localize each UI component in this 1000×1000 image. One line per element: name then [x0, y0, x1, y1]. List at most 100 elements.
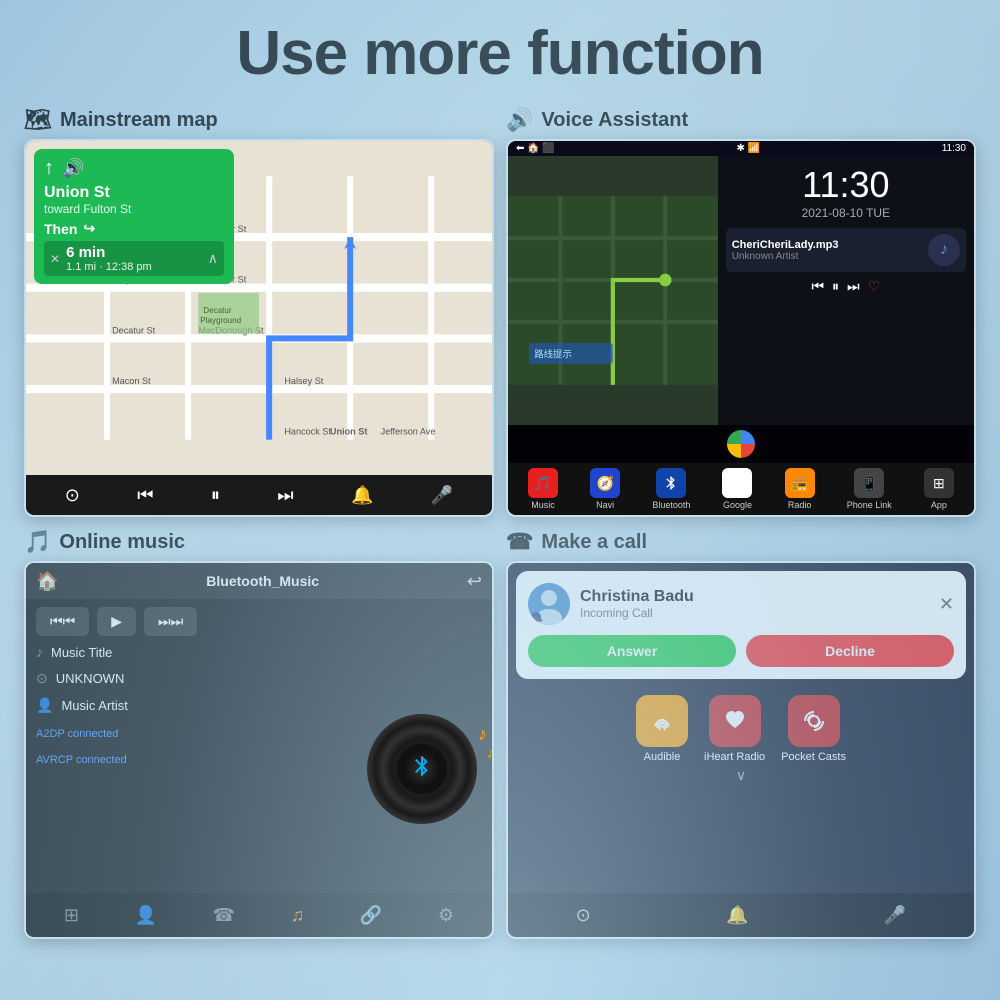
scroll-down-icon: ∨	[736, 767, 746, 784]
voice-ctrl-next[interactable]: ⏭	[847, 278, 860, 295]
voice-panel-wrapper: 🔊 Voice Assistant ⬅ 🏠 ⬛ ✱ 📶 11:30	[506, 107, 976, 517]
voice-app-navi[interactable]: 🧭 Navi	[590, 468, 620, 510]
voice-app-bluetooth[interactable]: Bluetooth	[652, 468, 690, 510]
map-btn-pause[interactable]: ⏸	[211, 485, 220, 506]
map-bottom-bar: ⊙ ⏮ ⏸ ⏭ 🔔 🎤	[26, 475, 492, 515]
voice-main-area: 路线提示 11:30 2021-08-10 TUE CheriCheriLady…	[508, 156, 974, 425]
voice-app-phonelink[interactable]: 📱 Phone Link	[847, 468, 892, 510]
map-btn-bell[interactable]: 🔔	[351, 485, 373, 506]
nav-toward: toward Fulton St	[44, 202, 224, 216]
nav-street: Union St	[44, 184, 224, 202]
voice-app-radio[interactable]: 📻 Radio	[785, 468, 815, 510]
eta-dist: 1.1 mi · 12:38 pm	[66, 261, 152, 273]
call-app-pocketcasts[interactable]: Pocket Casts	[781, 695, 846, 763]
call-answer-button[interactable]: Answer	[528, 635, 736, 667]
turn-arrow: ↪	[83, 220, 95, 237]
call-app-iheart[interactable]: iHeart Radio	[704, 695, 765, 763]
call-app-audible[interactable]: Audible	[636, 695, 688, 763]
vinyl-center	[397, 744, 447, 794]
voice-app-music[interactable]: 🎵 Music	[528, 468, 558, 510]
map-btn-mic[interactable]: 🎤	[431, 485, 453, 506]
then-row: Then ↪	[44, 220, 224, 237]
call-caller-name: Christina Badu	[580, 588, 694, 606]
music-row-title: ♪ Music Title	[36, 644, 362, 660]
eta-row: ✕ 6 min 1.1 mi · 12:38 pm ∧	[44, 241, 224, 276]
music-text-info: ♪ Music Title ⊙ UNKNOWN 👤 Music Artist	[36, 644, 362, 893]
vinyl-record: ♪ ♫	[367, 714, 477, 824]
call-app-iheart-label: iHeart Radio	[704, 751, 765, 763]
voice-status-icons: ✱ 📶	[736, 143, 760, 154]
call-card: 📞 Christina Badu Incoming Call ✕	[516, 571, 966, 679]
call-panel: 📞 Christina Badu Incoming Call ✕	[508, 563, 974, 937]
call-user-info: 📞 Christina Badu Incoming Call	[528, 583, 694, 625]
voice-app-google-icon: G	[722, 468, 752, 498]
then-label: Then	[44, 221, 77, 237]
map-btn-home[interactable]: ⊙	[65, 485, 80, 506]
music-back-icon[interactable]: ↩	[467, 571, 482, 592]
music-bottom-bar: ⊞ 👤 ☎ ♫ 🔗 ⚙	[26, 893, 492, 937]
music-track-name: Music Title	[51, 645, 112, 660]
voice-ctrl-prev[interactable]: ⏮	[811, 278, 824, 295]
music-title: Bluetooth_Music	[206, 573, 319, 589]
voice-ctrl-pause[interactable]: ⏸	[832, 278, 839, 295]
call-bottom-home[interactable]: ⊙	[576, 905, 591, 926]
music-bottom-user[interactable]: 👤	[135, 905, 157, 926]
eta-time: 6 min	[66, 244, 152, 261]
svg-text:Hancock St: Hancock St	[284, 427, 331, 437]
music-icon: 🎵	[24, 529, 51, 555]
voice-app-bluetooth-label: Bluetooth	[652, 500, 690, 510]
voice-screen: ⬅ 🏠 ⬛ ✱ 📶 11:30	[506, 139, 976, 517]
voice-music-title: CheriCheriLady.mp3	[732, 239, 922, 251]
voice-music-icon: ♪	[928, 234, 960, 266]
map-btn-prev[interactable]: ⏮	[137, 485, 153, 506]
music-bottom-phone[interactable]: ☎	[213, 905, 235, 926]
music-row-unknown: ⊙ UNKNOWN	[36, 670, 362, 687]
google-assistant-icon	[727, 430, 755, 458]
call-app-pocketcasts-label: Pocket Casts	[781, 751, 846, 763]
map-icon: 🗺	[24, 107, 52, 133]
voice-map-section: 路线提示	[508, 156, 718, 425]
voice-music-controls: ⏮ ⏸ ⏭ ♡	[726, 278, 966, 295]
music-ctrl-play[interactable]: ▶	[97, 607, 136, 636]
main-container: Use more function 🗺 Mainstream map 10:00…	[0, 0, 1000, 1000]
call-apps-grid: Audible iHeart Radio	[508, 687, 974, 763]
map-screen: 10:00 ▲ ⬛ ◼ ◾	[24, 139, 494, 517]
music-unknown-label: UNKNOWN	[56, 671, 125, 686]
voice-app-apps[interactable]: ⊞ App	[924, 468, 954, 510]
music-bottom-link[interactable]: 🔗	[360, 905, 382, 926]
call-bottom-bell[interactable]: 🔔	[726, 905, 748, 926]
call-app-audible-icon	[636, 695, 688, 747]
svg-text:Playground: Playground	[200, 316, 241, 325]
voice-panel: ⬅ 🏠 ⬛ ✱ 📶 11:30	[508, 141, 974, 515]
music-bottom-note[interactable]: ♫	[291, 905, 305, 926]
voice-app-navi-label: Navi	[596, 500, 614, 510]
call-action-buttons: Answer Decline	[528, 635, 954, 667]
music-ctrl-rewind[interactable]: ⏮⏮	[36, 607, 89, 636]
call-close-button[interactable]: ✕	[939, 594, 954, 615]
map-nav-card: ↑ 🔊 Union St toward Fulton St Then ↪ ✕	[34, 149, 234, 284]
call-app-pocketcasts-icon	[788, 695, 840, 747]
call-bottom-mic[interactable]: 🎤	[884, 905, 906, 926]
music-bottom-grid[interactable]: ⊞	[64, 905, 79, 926]
call-name-group: Christina Badu Incoming Call	[580, 588, 694, 620]
voice-icon: 🔊	[506, 107, 533, 133]
page-title: Use more function	[236, 18, 763, 89]
voice-app-music-label: Music	[531, 500, 555, 510]
call-decline-button[interactable]: Decline	[746, 635, 954, 667]
voice-status-bar: ⬅ 🏠 ⬛ ✱ 📶 11:30	[508, 141, 974, 156]
map-panel-wrapper: 🗺 Mainstream map 10:00 ▲ ⬛ ◼ ◾	[24, 107, 494, 517]
music-bottom-gear[interactable]: ⚙	[438, 905, 454, 926]
map-btn-next[interactable]: ⏭	[277, 485, 293, 506]
voice-apps-bar: 🎵 Music 🧭 Navi Bluetooth	[508, 463, 974, 515]
svg-text:Macon St: Macon St	[112, 376, 151, 386]
music-home-icon[interactable]: 🏠	[36, 571, 58, 592]
music-controls: ⏮⏮ ▶ ⏭⏭	[26, 599, 492, 644]
voice-app-radio-label: Radio	[788, 500, 812, 510]
voice-app-phonelink-label: Phone Link	[847, 500, 892, 510]
voice-ctrl-heart[interactable]: ♡	[868, 278, 881, 295]
voice-date: 2021-08-10 TUE	[726, 206, 966, 220]
voice-app-apps-icon: ⊞	[924, 468, 954, 498]
music-ctrl-ff[interactable]: ⏭⏭	[144, 607, 197, 636]
voice-app-google[interactable]: G Google	[722, 468, 752, 510]
music-status-a2dp: A2DP connected	[36, 728, 362, 740]
